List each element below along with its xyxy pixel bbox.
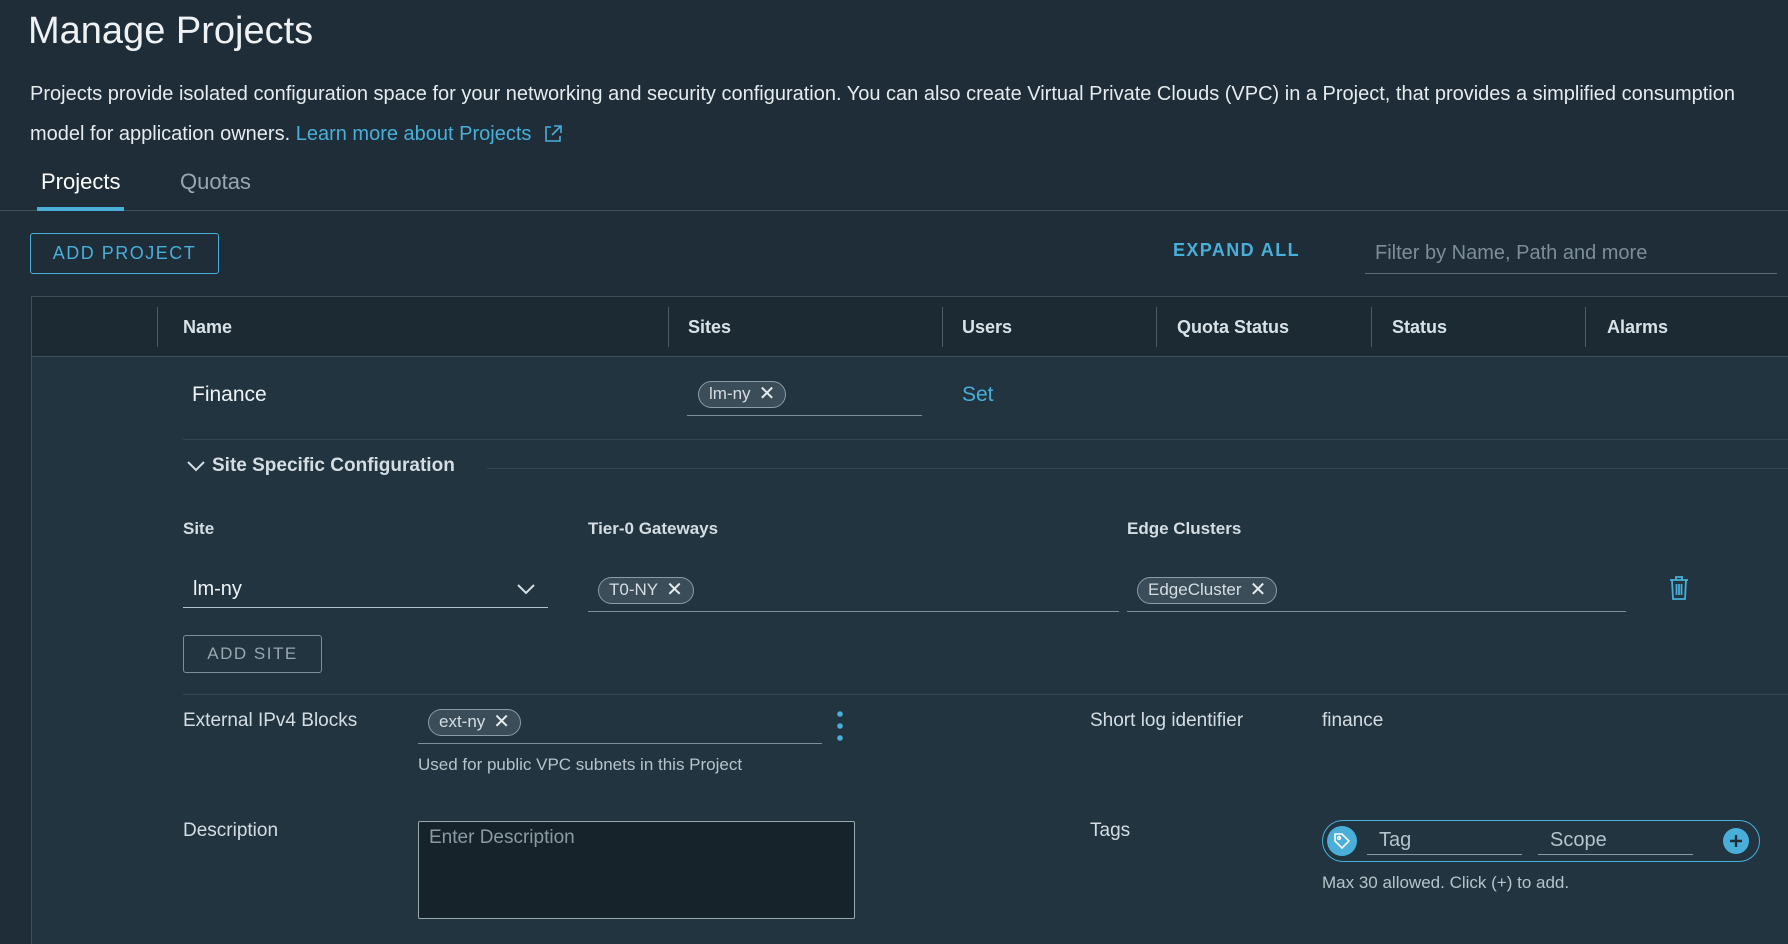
sites-field[interactable]: lm-ny ✕ (687, 373, 922, 416)
edge-cluster-chip: EdgeCluster ✕ (1137, 576, 1278, 604)
scope-input[interactable] (1538, 827, 1693, 855)
grid-header: Name Sites Users Quota Status Status Ala… (32, 297, 1788, 357)
site-label: Site (183, 519, 215, 538)
column-separator (157, 307, 158, 347)
column-separator (668, 307, 669, 347)
column-header-quota-status[interactable]: Quota Status (1177, 317, 1289, 338)
tier0-chip-label: T0-NY (609, 580, 659, 599)
ipv4-chip-label: ext-ny (439, 712, 486, 731)
site-select-value: lm-ny (193, 577, 242, 600)
edge-clusters-field[interactable]: EdgeCluster ✕ (1127, 569, 1626, 612)
trash-icon[interactable] (1668, 575, 1690, 601)
column-separator (1156, 307, 1157, 347)
column-header-name[interactable]: Name (183, 317, 232, 338)
column-separator (942, 307, 943, 347)
column-header-status[interactable]: Status (1392, 317, 1447, 338)
external-link-icon (545, 125, 562, 142)
tag-icon (1327, 826, 1357, 856)
column-header-alarms[interactable]: Alarms (1607, 317, 1668, 338)
ipv4-field[interactable]: ext-ny ✕ (418, 701, 822, 744)
learn-more-label: Learn more about Projects (295, 123, 532, 145)
kebab-icon[interactable] (836, 710, 844, 742)
manage-projects-page: Manage Projects Projects provide isolate… (0, 0, 1788, 944)
tier0-chip: T0-NY ✕ (598, 576, 694, 604)
site-config-title: Site Specific Configuration (212, 455, 455, 476)
log-identifier-value: finance (1322, 710, 1384, 731)
column-separator (1371, 307, 1372, 347)
tags-help-text: Max 30 allowed. Click (+) to add. (1322, 873, 1570, 892)
ipv4-label: External IPv4 Blocks (183, 710, 358, 731)
description-label: Description (183, 820, 279, 841)
tags-input-group (1322, 820, 1760, 862)
log-identifier-label: Short log identifier (1090, 710, 1244, 731)
add-site-button[interactable]: ADD SITE (183, 635, 322, 673)
filter-input[interactable] (1365, 234, 1777, 274)
tab-quotas[interactable]: Quotas (180, 169, 251, 211)
page-description: Projects provide isolated configuration … (30, 74, 1780, 154)
close-icon[interactable]: ✕ (759, 384, 776, 404)
description-textarea[interactable] (418, 821, 855, 919)
description-text: Projects provide isolated configuration … (30, 83, 1735, 145)
tags-label: Tags (1090, 820, 1131, 841)
chevron-down-icon (517, 584, 535, 595)
chevron-down-icon (187, 461, 205, 472)
add-project-button[interactable]: ADD PROJECT (30, 233, 219, 274)
column-header-users[interactable]: Users (962, 317, 1012, 338)
project-name: Finance (192, 383, 267, 406)
site-chip-label: lm-ny (709, 384, 751, 403)
ipv4-help-text: Used for public VPC subnets in this Proj… (418, 755, 743, 774)
users-set-link[interactable]: Set (962, 383, 994, 407)
close-icon[interactable]: ✕ (666, 580, 683, 600)
tier0-field[interactable]: T0-NY ✕ (588, 569, 1119, 612)
projects-grid: Name Sites Users Quota Status Status Ala… (31, 296, 1788, 944)
close-icon[interactable]: ✕ (493, 712, 510, 732)
site-chip: lm-ny ✕ (698, 380, 787, 408)
page-title: Manage Projects (28, 10, 314, 52)
edge-cluster-chip-label: EdgeCluster (1148, 580, 1242, 599)
site-select[interactable]: lm-ny (183, 571, 548, 608)
tier0-label: Tier-0 Gateways (588, 519, 719, 538)
close-icon[interactable]: ✕ (1250, 580, 1267, 600)
tag-input[interactable] (1367, 827, 1522, 855)
ipv4-chip: ext-ny ✕ (428, 708, 522, 736)
site-config-toggle[interactable]: Site Specific Configuration (186, 455, 455, 477)
learn-more-link[interactable]: Learn more about Projects (296, 123, 563, 145)
divider (487, 468, 1788, 469)
edge-clusters-label: Edge Clusters (1127, 519, 1242, 538)
divider (183, 694, 1788, 695)
tab-bar: Projects Quotas (0, 165, 1788, 211)
tab-projects[interactable]: Projects (37, 169, 125, 211)
column-separator (1585, 307, 1586, 347)
plus-icon[interactable] (1723, 828, 1749, 854)
column-header-sites[interactable]: Sites (688, 317, 731, 338)
expand-all-button[interactable]: EXPAND ALL (1173, 240, 1300, 261)
divider (183, 439, 1788, 440)
